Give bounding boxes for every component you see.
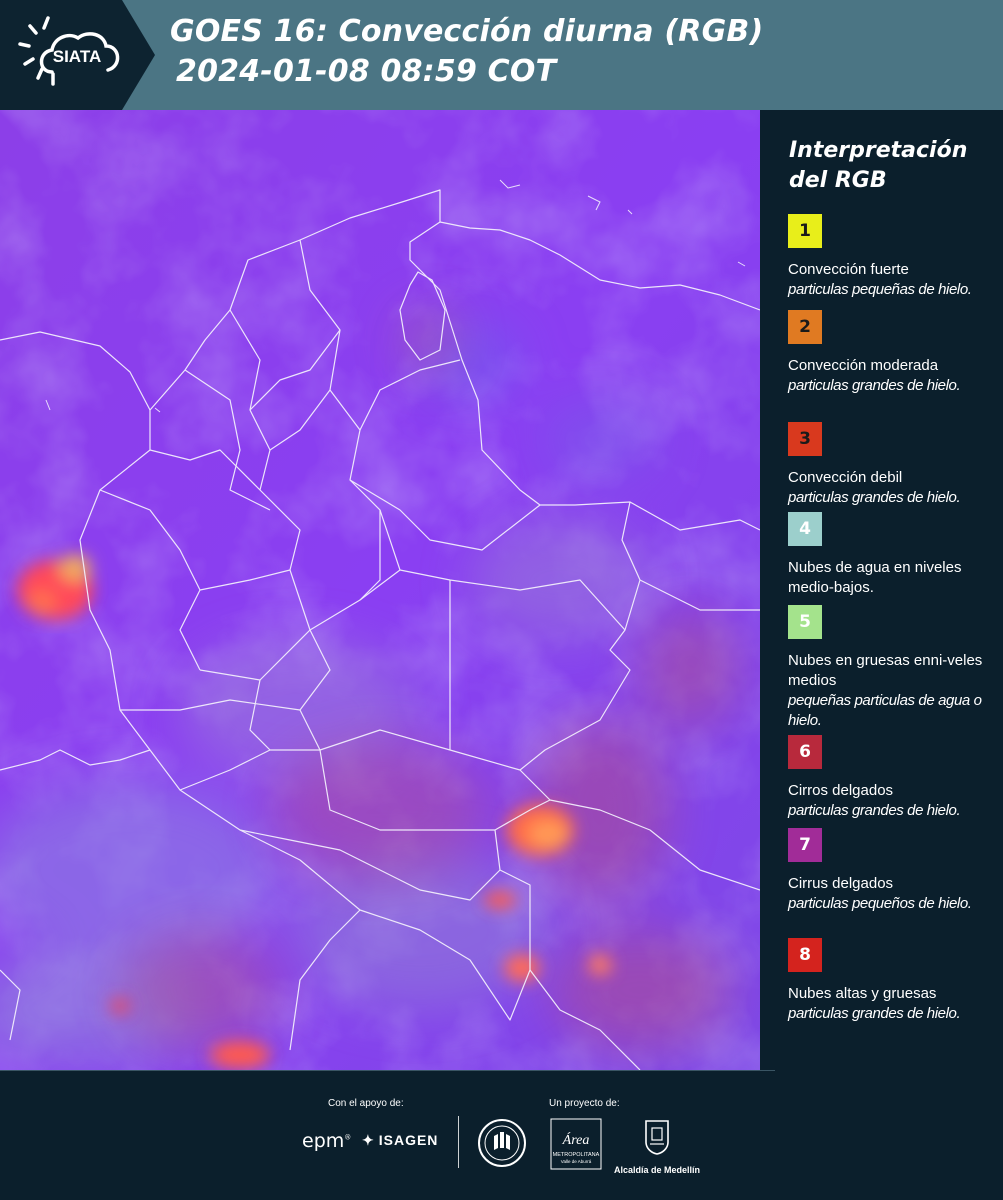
legend-swatch-4: 4 [788, 512, 822, 546]
siata-logo: SIATA [0, 0, 155, 110]
legend-label-5: Nubes en gruesas enni-veles medios [788, 652, 983, 689]
legend-item-6: 6 Cirros delgados particulas grandes de … [788, 735, 998, 821]
isagen-logo: ✦ ISAGEN [362, 1132, 438, 1149]
area-logo-text: METROPOLITANA [553, 1152, 600, 1158]
legend-desc-6: particulas grandes de hielo. [788, 802, 961, 819]
legend-desc-5: pequeñas particulas de agua o hielo. [788, 692, 982, 729]
legend-label-8: Nubes altas y gruesas [788, 985, 937, 1002]
page-timestamp: 2024-01-08 08:59 COT [176, 54, 557, 89]
legend-swatch-6: 6 [788, 735, 822, 769]
legend-item-3: 3 Convección debil particulas grandes de… [788, 422, 998, 508]
legend-item-7: 7 Cirrus delgados particulas pequeños de… [788, 828, 998, 914]
legend-label-2: Convección moderada [788, 357, 939, 374]
legend-title: Interpretación del RGB [789, 138, 968, 193]
legend-item-5: 5 Nubes en gruesas enni-veles medios peq… [788, 605, 998, 731]
legend-item-8: 8 Nubes altas y gruesas particulas grand… [788, 938, 998, 1024]
legend-label-4: Nubes de agua en niveles medio-bajos. [788, 559, 962, 596]
area-metropolitana-logo: Área METROPOLITANA Valle de Aburrá [550, 1118, 602, 1175]
legend-swatch-1: 1 [788, 214, 822, 248]
area-logo-sub: Valle de Aburrá [561, 1159, 592, 1164]
footer: Con el apoyo de: Un proyecto de: epm® ✦ I… [0, 1070, 1003, 1200]
page-title: GOES 16: Convección diurna (RGB) [170, 14, 764, 49]
satellite-map [0, 110, 760, 1070]
legend-item-1: 1 Convección fuerte particulas pequeñas … [788, 214, 998, 300]
logo-divider [458, 1116, 459, 1168]
epm-logo: epm® [302, 1130, 352, 1152]
legend-desc-7: particulas pequeños de hielo. [788, 895, 972, 912]
legend-label-6: Cirros delgados [788, 782, 894, 799]
isagen-logo-text: ISAGEN [378, 1132, 439, 1148]
header-bar: SIATA GOES 16: Convección diurna (RGB) 2… [0, 0, 1003, 110]
legend-desc-3: particulas grandes de hielo. [788, 489, 961, 506]
legend-swatch-8: 8 [788, 938, 822, 972]
legend-swatch-2: 2 [788, 310, 822, 344]
siata-logo-text: SIATA [53, 47, 101, 66]
support-caption: Con el apoyo de: [328, 1098, 404, 1109]
legend-swatch-5: 5 [788, 605, 822, 639]
legend-item-2: 2 Convección moderada particulas grandes… [788, 310, 998, 396]
legend-swatch-3: 3 [788, 422, 822, 456]
alcaldia-text: Alcaldía de Medellín [613, 1165, 701, 1175]
legend-desc-8: particulas grandes de hielo. [788, 1005, 961, 1022]
legend-label-1: Convección fuerte [788, 261, 909, 278]
isagen-mark-icon: ✦ [362, 1132, 375, 1148]
legend-desc-2: particulas grandes de hielo. [788, 377, 961, 394]
university-seal-logo [477, 1118, 527, 1173]
alcaldia-medellin-logo: Alcaldía de Medellín [612, 1118, 702, 1175]
legend-label-3: Convección debil [788, 469, 903, 486]
legend-panel: Interpretación del RGB 1 Convección fuer… [760, 110, 1003, 1070]
legend-swatch-7: 7 [788, 828, 822, 862]
footer-divider-line [0, 1070, 775, 1071]
epm-logo-text: epm [302, 1130, 345, 1152]
area-logo-title: Área [562, 1131, 590, 1148]
project-caption: Un proyecto de: [549, 1098, 620, 1109]
legend-label-7: Cirrus delgados [788, 875, 894, 892]
coat-of-arms-icon [645, 1120, 669, 1155]
legend-item-4: 4 Nubes de agua en niveles medio-bajos. [788, 512, 998, 598]
legend-desc-1: particulas pequeñas de hielo. [788, 281, 972, 298]
